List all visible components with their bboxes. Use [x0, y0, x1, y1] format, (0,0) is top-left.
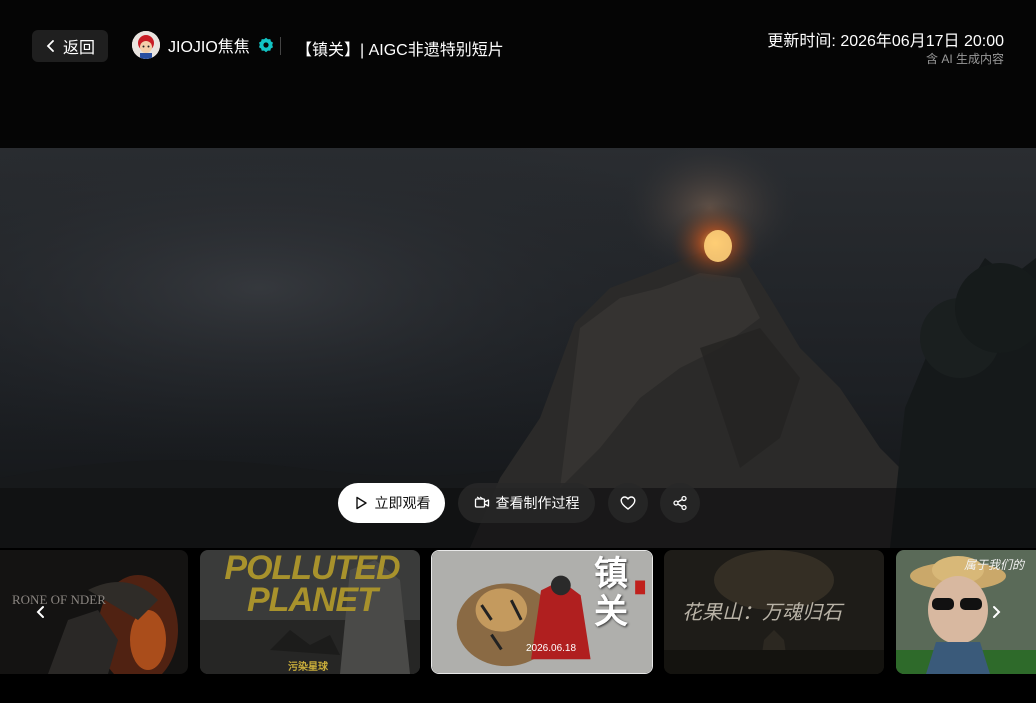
carousel-item-title: 镇关	[594, 554, 628, 632]
related-works-carousel: RONE OF NDER POLLUTED PLANET 污染星球 镇关 202…	[0, 548, 1036, 676]
carousel-item[interactable]: 属于我们的	[896, 550, 1036, 674]
verified-badge-icon	[258, 37, 273, 53]
share-button[interactable]	[660, 483, 700, 523]
carousel-item[interactable]: 花果山：万魂归石	[664, 550, 884, 674]
watch-now-label: 立即观看	[374, 495, 431, 511]
top-header: 返回 JIOJIO焦焦 【镇关】| AIGC非遗特别短片 更新时间: 2026年…	[0, 0, 1036, 148]
avatar[interactable]	[132, 31, 160, 59]
back-button[interactable]: 返回	[32, 30, 108, 62]
chevron-right-icon	[993, 606, 1001, 618]
carousel-item-title: 属于我们的	[964, 558, 1025, 572]
work-title: 【镇关】| AIGC非遗特别短片	[296, 42, 504, 59]
view-process-button[interactable]: 查看制作过程	[458, 483, 595, 523]
play-icon	[355, 496, 367, 510]
chevron-left-icon	[36, 606, 44, 618]
carousel-item-title: POLLUTED PLANET	[224, 550, 400, 619]
carousel-next-button[interactable]	[981, 597, 1011, 627]
film-camera-icon	[474, 496, 489, 508]
ai-content-note: 含 AI 生成内容	[925, 52, 1004, 66]
carousel-item-active[interactable]: 镇关 2026.06.18	[431, 550, 653, 674]
carousel-prev-button[interactable]	[26, 597, 56, 627]
carousel-item[interactable]: POLLUTED PLANET 污染星球	[200, 550, 420, 674]
carousel-item-subtitle: 2026.06.18	[526, 643, 577, 654]
watch-now-button[interactable]: 立即观看	[338, 483, 445, 523]
chevron-left-icon	[46, 40, 54, 52]
carousel-item-subtitle: 污染星球	[288, 662, 328, 673]
like-button[interactable]	[608, 483, 648, 523]
action-bar: 立即观看 查看制作过程	[0, 483, 1036, 523]
carousel-item-title: 花果山：万魂归石	[682, 600, 842, 624]
view-process-label: 查看制作过程	[495, 495, 580, 511]
author-name[interactable]: JIOJIO焦焦	[168, 33, 250, 57]
heart-icon	[620, 496, 636, 510]
update-time: 更新时间: 2026年06月17日 20:00	[767, 33, 1004, 50]
back-button-label: 返回	[62, 40, 95, 57]
share-icon	[673, 495, 687, 511]
header-divider	[280, 37, 281, 55]
author-info[interactable]: JIOJIO焦焦	[132, 31, 274, 59]
